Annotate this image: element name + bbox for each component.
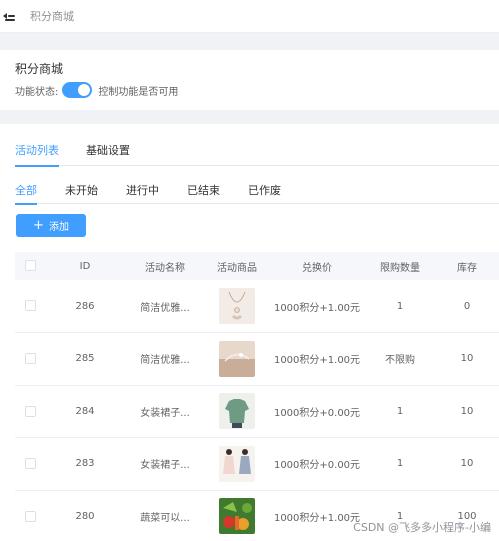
cell-name: 女装裙子... xyxy=(125,385,205,438)
row-checkbox[interactable] xyxy=(24,405,36,417)
dresses-image xyxy=(219,445,255,482)
tab-activity-list[interactable]: 活动列表 xyxy=(15,142,59,167)
vegetables-image xyxy=(219,498,255,535)
status-hint: 控制功能是否可用 xyxy=(98,86,179,98)
cell-price: 1000积分+0.00元 xyxy=(269,437,365,491)
header-limit: 限购数量 xyxy=(365,252,435,280)
table-row[interactable]: 286 简洁优雅... 1000积分+1.00元 1 0 xyxy=(15,280,499,333)
add-button[interactable]: + 添加 xyxy=(16,214,86,237)
green-shirt-image xyxy=(219,393,255,430)
cell-id: 285 xyxy=(45,332,125,386)
cell-name: 简洁优雅... xyxy=(125,332,205,386)
select-all-cell xyxy=(15,252,45,280)
menu-fold-icon[interactable] xyxy=(3,9,17,23)
tab-basic-settings[interactable]: 基础设置 xyxy=(86,142,130,166)
header-name: 活动名称 xyxy=(125,252,205,280)
cell-price: 1000积分+1.00元 xyxy=(269,332,365,386)
row-checkbox[interactable] xyxy=(24,353,36,364)
row-checkbox[interactable] xyxy=(24,300,36,312)
cell-price: 1000积分+1.00元 xyxy=(269,280,365,333)
row-checkbox[interactable] xyxy=(24,458,36,469)
necklace-image xyxy=(219,288,255,324)
header-price: 兑换价 xyxy=(269,252,365,280)
cell-price: 1000积分+1.00元 xyxy=(269,490,365,541)
table-row[interactable]: 283 女装裙子... 1000积分+0.00元 1 10 xyxy=(15,437,499,491)
status-tabs: 全部 未开始 进行中 已结束 已作废 xyxy=(15,182,499,205)
select-all-checkbox[interactable] xyxy=(24,260,36,272)
row-checkbox[interactable] xyxy=(24,510,36,522)
cell-id: 280 xyxy=(45,490,125,541)
add-button-label: 添加 xyxy=(48,222,69,233)
cell-name: 蔬菜可以... xyxy=(125,490,205,541)
watermark: CSDN @飞多多小程序-小编 xyxy=(353,521,491,534)
top-bar: 积分商城 xyxy=(0,0,499,33)
cell-stock: 10 xyxy=(435,385,499,438)
cell-limit: 1 xyxy=(365,385,435,438)
cell-limit: 1 xyxy=(365,280,435,333)
header-product: 活动商品 xyxy=(205,252,269,280)
settings-card: 积分商城 功能状态: 控制功能是否可用 xyxy=(0,50,499,110)
breadcrumb[interactable]: 积分商城 xyxy=(30,8,74,24)
activity-table: ID 活动名称 活动商品 兑换价 限购数量 库存 286 简洁优雅... 100… xyxy=(15,252,499,541)
tab-all[interactable]: 全部 xyxy=(15,182,37,205)
table-header-row: ID 活动名称 活动商品 兑换价 限购数量 库存 xyxy=(15,252,499,280)
table-row[interactable]: 285 简洁优雅... 1000积分+1.00元 不限购 10 xyxy=(15,332,499,386)
table-row[interactable]: 284 女装裙子... 1000积分+0.00元 1 10 xyxy=(15,385,499,438)
cell-limit: 1 xyxy=(365,437,435,491)
plus-icon: + xyxy=(33,218,44,233)
tab-voided[interactable]: 已作废 xyxy=(248,182,281,204)
cell-name: 简洁优雅... xyxy=(125,280,205,333)
cell-name: 女装裙子... xyxy=(125,437,205,491)
cell-price: 1000积分+0.00元 xyxy=(269,385,365,438)
bracelet-image xyxy=(219,340,255,377)
primary-tabs: 活动列表 基础设置 xyxy=(15,142,499,167)
header-stock: 库存 xyxy=(435,252,499,280)
cell-limit: 不限购 xyxy=(365,332,435,386)
tab-not-started[interactable]: 未开始 xyxy=(65,182,98,204)
header-id: ID xyxy=(45,252,125,280)
cell-id: 284 xyxy=(45,385,125,438)
cell-id: 286 xyxy=(45,280,125,333)
cell-stock: 0 xyxy=(435,280,499,333)
feature-toggle-switch[interactable] xyxy=(62,82,93,98)
tab-ended[interactable]: 已结束 xyxy=(187,182,220,204)
cell-stock: 10 xyxy=(435,332,499,386)
cell-id: 283 xyxy=(45,437,125,491)
tab-in-progress[interactable]: 进行中 xyxy=(126,182,159,204)
status-label: 功能状态: xyxy=(15,86,59,98)
activity-card: 活动列表 基础设置 全部 未开始 进行中 已结束 已作废 + 添加 ID 活动名… xyxy=(0,124,499,541)
settings-title: 积分商城 xyxy=(15,62,64,76)
cell-stock: 10 xyxy=(435,437,499,491)
